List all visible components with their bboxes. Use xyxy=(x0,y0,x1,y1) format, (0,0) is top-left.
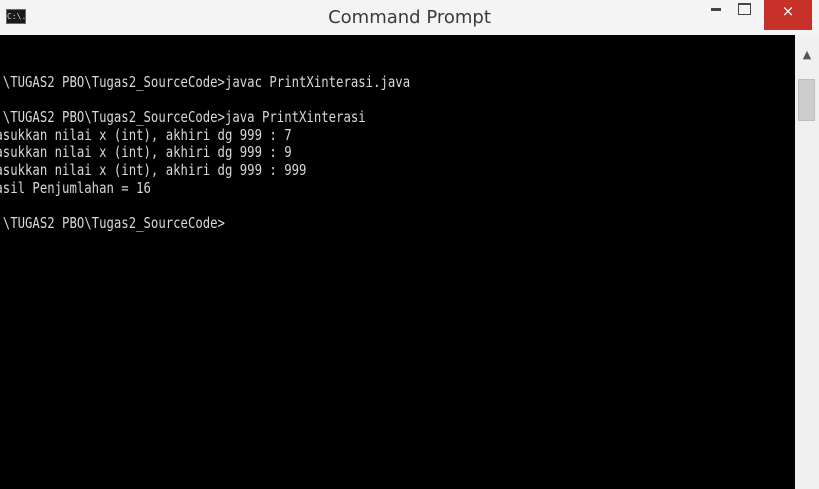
vertical-scrollbar[interactable]: ▲ xyxy=(795,35,819,489)
console-output[interactable]: C:\TUGAS2 PBO\Tugas2_SourceCode>javac Pr… xyxy=(0,35,795,489)
scroll-thumb[interactable] xyxy=(798,79,815,121)
console-line: C:\TUGAS2 PBO\Tugas2_SourceCode> xyxy=(0,213,225,232)
maximize-button[interactable] xyxy=(733,0,757,30)
command-prompt-window: C:\. Command Prompt × C:\TUGAS2 PBO\Tuga… xyxy=(0,0,819,489)
close-button[interactable]: × xyxy=(764,0,812,30)
console-line: C:\TUGAS2 PBO\Tugas2_SourceCode>javac Pr… xyxy=(0,73,411,91)
console-line: Hasil Penjumlahan = 16 xyxy=(0,178,151,197)
window-title: Command Prompt xyxy=(328,7,491,28)
minimize-button[interactable] xyxy=(704,0,728,30)
console-line: C:\TUGAS2 PBO\Tugas2_SourceCode>java Pri… xyxy=(0,108,366,127)
console-line: Masukkan nilai x (int), akhiri dg 999 : … xyxy=(0,160,307,179)
console-line: Masukkan nilai x (int), akhiri dg 999 : … xyxy=(0,125,292,144)
title-bar[interactable]: C:\. Command Prompt × xyxy=(0,0,819,35)
console-line: Masukkan nilai x (int), akhiri dg 999 : … xyxy=(0,143,292,162)
console-lines: C:\TUGAS2 PBO\Tugas2_SourceCode>javac Pr… xyxy=(0,73,503,232)
scroll-up-arrow-icon[interactable]: ▲ xyxy=(795,35,819,75)
